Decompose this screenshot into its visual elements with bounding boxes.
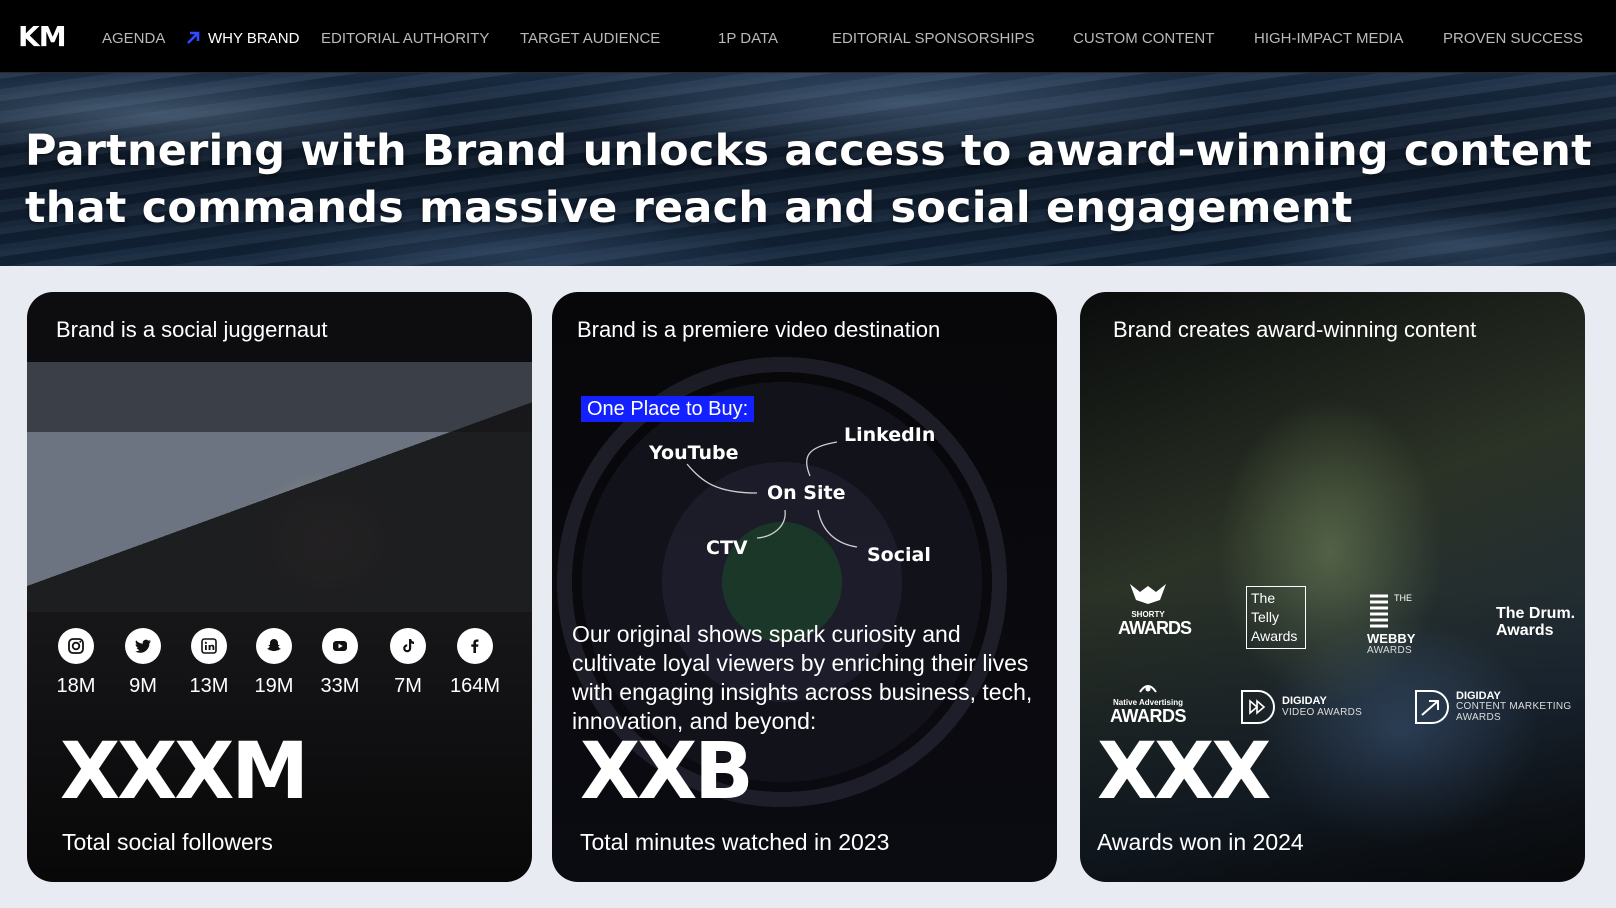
top-nav: KM AGENDA WHY BRAND EDITORIAL AUTHORITY … [0, 0, 1616, 73]
follower-count: 7M [394, 675, 422, 697]
nav-item-1p-data[interactable]: 1P DATA [718, 30, 778, 48]
follower-count: 9M [129, 675, 157, 697]
nav-item-proven-success[interactable]: PROVEN SUCCESS [1443, 30, 1583, 48]
logo[interactable]: KM [18, 22, 67, 52]
follower-count: 18M [56, 675, 96, 697]
nav-item-why-brand[interactable]: WHY BRAND [208, 30, 299, 48]
follower-count: 33M [320, 675, 360, 697]
big-stat: XXXM [60, 727, 309, 817]
arrow-up-right-icon [187, 31, 200, 44]
native-advertising-awards-logo: Native Advertising AWARDS [1110, 682, 1187, 726]
telly-awards-logo: The Telly Awards [1246, 586, 1306, 649]
social-linkedin[interactable]: 13M [179, 628, 239, 698]
facebook-icon [471, 639, 479, 653]
card-awards[interactable]: Brand creates award-winning content SHOR… [1080, 292, 1585, 882]
social-instagram[interactable]: 18M [46, 628, 106, 698]
card-title: Brand is a social juggernaut [56, 317, 328, 342]
follower-count: 13M [189, 675, 229, 697]
nav-item-editorial-sponsorships[interactable]: EDITORIAL SPONSORSHIPS [832, 30, 1035, 48]
instagram-icon [68, 638, 84, 654]
stat-caption: Total social followers [62, 829, 273, 855]
card-video[interactable]: Brand is a premiere video destination On… [552, 292, 1057, 882]
tiktok-icon [403, 639, 414, 653]
channel-youtube: YouTube [649, 442, 739, 464]
social-youtube[interactable]: 33M [310, 628, 370, 698]
social-tiktok[interactable]: 7M [378, 628, 438, 698]
card-title: Brand creates award-winning content [1113, 317, 1477, 342]
channel-hub-on-site: On Site [767, 482, 846, 504]
shorty-awards-logo: SHORTY AWARDS [1118, 582, 1192, 638]
drum-awards-logo: The Drum. Awards [1496, 605, 1576, 639]
twitter-icon [135, 639, 151, 653]
hero-banner: Partnering with Brand unlocks access to … [0, 73, 1616, 266]
channel-social: Social [867, 544, 931, 566]
follower-count: 19M [254, 675, 294, 697]
big-stat: XXB [580, 727, 754, 817]
nav-item-editorial-authority[interactable]: EDITORIAL AUTHORITY [321, 30, 489, 48]
nav-item-high-impact-media[interactable]: HIGH-IMPACT MEDIA [1254, 30, 1403, 48]
social-twitter[interactable]: 9M [113, 628, 173, 698]
digiday-video-awards-logo: DIGIDAY VIDEO AWARDS [1238, 687, 1362, 727]
snapchat-icon [267, 639, 281, 652]
card-social[interactable]: Brand is a social juggernaut 18M 9M 13M … [27, 292, 532, 882]
webby-awards-logo: THE WEBBY AWARDS [1367, 593, 1416, 656]
channel-linkedin: LinkedIn [844, 424, 936, 446]
hero-title: Partnering with Brand unlocks access to … [25, 126, 1592, 233]
stat-caption: Awards won in 2024 [1097, 829, 1304, 855]
nav-item-custom-content[interactable]: CUSTOM CONTENT [1073, 30, 1214, 48]
webby-icon [1370, 594, 1388, 628]
follower-count: 164M [449, 675, 501, 697]
social-facebook[interactable]: 164M [445, 628, 505, 698]
nav-item-target-audience[interactable]: TARGET AUDIENCE [520, 30, 660, 48]
linkedin-icon [201, 638, 217, 654]
native-award-icon [1139, 685, 1157, 693]
social-snapchat[interactable]: 19M [244, 628, 304, 698]
shorty-bird-icon [1130, 584, 1166, 604]
nav-item-agenda[interactable]: AGENDA [102, 30, 165, 48]
big-stat: XXX [1097, 727, 1271, 817]
channel-ctv: CTV [706, 537, 748, 559]
digiday-play-icon [1241, 690, 1275, 724]
youtube-icon [333, 641, 347, 651]
digiday-content-marketing-awards-logo: DIGIDAY CONTENT MARKETING AWARDS [1412, 687, 1571, 727]
digiday-arrow-icon [1415, 690, 1449, 724]
stat-caption: Total minutes watched in 2023 [580, 829, 890, 855]
card-body-text: Our original shows spark curiosity and c… [572, 621, 1033, 734]
